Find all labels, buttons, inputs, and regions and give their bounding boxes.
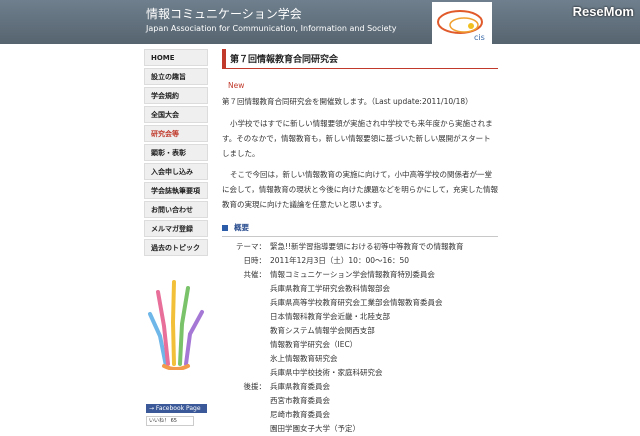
sidebar-item-membership[interactable]: 入会申し込み [144, 163, 208, 180]
overview-title: 概要 [234, 223, 249, 232]
intro-paragraph-1: 小学校ではすでに新しい情報要領が実施され中学校でも来年度から実施されます。そのな… [222, 119, 493, 158]
cohost-item: 日本情報科教育学会近畿・北陸支部 [270, 312, 390, 321]
overview-heading: 概要 [222, 222, 498, 233]
cohost-label: 共催： [243, 270, 267, 279]
sidebar-item-awards[interactable]: 顕彰・表彰 [144, 144, 208, 161]
like-button[interactable]: いいね！ 65 [146, 416, 194, 426]
new-badge: New [228, 81, 245, 90]
sidebar-item-conference[interactable]: 全国大会 [144, 106, 208, 123]
cohost-row: 共催： 情報コミュニケーション学会情報教育特別委員会 兵庫県教育工学研究会教科情… [222, 268, 498, 380]
cohost-item: 情報コミュニケーション学会情報教育特別委員会 [270, 270, 435, 279]
supporter-item: 尼崎市教育委員会 [270, 410, 330, 419]
cohost-list: 情報コミュニケーション学会情報教育特別委員会 兵庫県教育工学研究会教科情報部会 … [270, 268, 498, 380]
date-label: 日時： [243, 256, 267, 265]
site-subtitle: Japan Association for Communication, Inf… [146, 24, 397, 33]
cohost-item: 兵庫県高等学校教育研究会工業部会情報教育委員会 [270, 298, 443, 307]
logo-text: cis [474, 33, 485, 42]
supporter-item: 園田学園女子大学（予定） [270, 424, 360, 433]
rainbow-hand-illustration [146, 274, 208, 374]
facebook-page-button[interactable]: → Facebook Page [146, 404, 207, 413]
intro-paragraph-2: そこで今回は，新しい情報教育の実施に向けて，小中高等学校の関係者が一堂に会して，… [222, 170, 498, 209]
sidebar-nav: HOME 設立の趣旨 学会規約 全国大会 研究会等 顕彰・表彰 入会申し込み 学… [144, 49, 210, 258]
support-label: 後援： [243, 382, 267, 391]
date-value: 2011年12月3日（土）10：00〜16：50 [270, 256, 410, 265]
site-header: 情報コミュニケーション学会 Japan Association for Comm… [0, 0, 640, 44]
news-text: 第７回情報教育合同研究会を開催致します。（Last update:2011/10… [222, 97, 473, 106]
supporter-item: 西宮市教育委員会 [270, 396, 330, 405]
sidebar-item-past-topics[interactable]: 過去のトピック [144, 239, 208, 256]
cohost-item: 教育システム情報学会関西支部 [270, 326, 375, 335]
cohost-item: 氷上情報教育研究会 [270, 354, 338, 363]
section-marker-icon [222, 225, 228, 231]
cis-logo[interactable]: cis [432, 2, 492, 44]
date-row: 日時： 2011年12月3日（土）10：00〜16：50 [222, 254, 498, 268]
main-content: 第７回情報教育合同研究会 New 第７回情報教育合同研究会を開催致します。（Las… [222, 49, 498, 436]
sidebar-item-rules[interactable]: 学会規約 [144, 87, 208, 104]
theme-label: テーマ： [236, 242, 266, 251]
sidebar-item-contact[interactable]: お問い合わせ [144, 201, 208, 218]
site-title[interactable]: 情報コミュニケーション学会 [146, 5, 302, 22]
sidebar-item-journal-guidelines[interactable]: 学会誌執筆要項 [144, 182, 208, 199]
news-line: New 第７回情報教育合同研究会を開催致します。（Last update:2011… [222, 78, 498, 110]
sidebar-item-workshops[interactable]: 研究会等 [144, 125, 208, 142]
support-row: 後援： 兵庫県教育委員会 西宮市教育委員会 尼崎市教育委員会 園田学園女子大学（… [222, 380, 498, 436]
sidebar-item-home[interactable]: HOME [144, 49, 208, 66]
page-title: 第７回情報教育合同研究会 [222, 49, 498, 69]
cohost-item: 情報教育学研究会（IEC） [270, 340, 358, 349]
supporter-item: 兵庫県教育委員会 [270, 382, 330, 391]
supporter-list: 兵庫県教育委員会 西宮市教育委員会 尼崎市教育委員会 園田学園女子大学（予定） [270, 380, 498, 436]
theme-row: テーマ： 緊急!!新学習指導要領における初等中等教育での情報教育 [222, 240, 498, 254]
sidebar-item-purpose[interactable]: 設立の趣旨 [144, 68, 208, 85]
overview-details: テーマ： 緊急!!新学習指導要領における初等中等教育での情報教育 日時： 201… [222, 236, 498, 436]
theme-value: 緊急!!新学習指導要領における初等中等教育での情報教育 [270, 242, 464, 251]
resemom-watermark: ReseMom [572, 4, 634, 19]
cohost-item: 兵庫県中学校技術・家庭科研究会 [270, 368, 383, 377]
cohost-item: 兵庫県教育工学研究会教科情報部会 [270, 284, 390, 293]
sidebar-item-newsletter[interactable]: メルマガ登録 [144, 220, 208, 237]
